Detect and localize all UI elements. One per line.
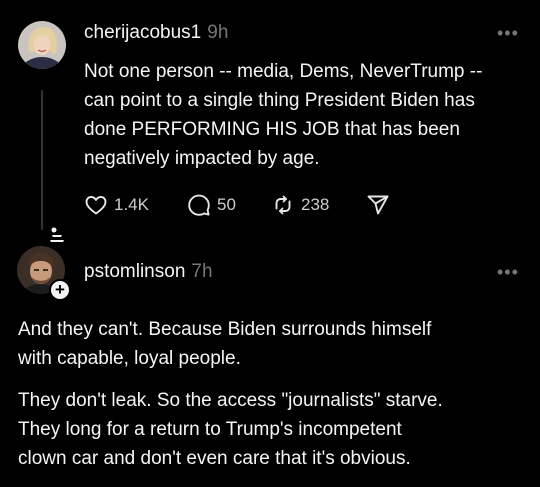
post-line: done PERFORMING HIS JOB that has been [84,119,460,140]
more-options-icon[interactable]: ••• [497,263,519,281]
username[interactable]: cherijacobus1 [84,22,201,43]
username[interactable]: pstomlinson [84,261,185,282]
avatar[interactable] [18,21,66,69]
post-line: And they can't. Because Biden surrounds … [18,319,432,340]
post-line: with capable, loyal people. [18,348,241,369]
post-line: can point to a single thing President Bi… [84,90,475,111]
party-icon [50,227,64,242]
heart-icon [85,196,107,215]
share-button[interactable] [366,191,390,219]
comment-button[interactable]: 50 [187,191,236,219]
post-cherijacobus1: cherijacobus1 9h ••• Not one person -- me… [0,0,540,240]
post-author[interactable]: cherijacobus1 9h [84,22,228,44]
post-body: Not one person -- media, Dems, NeverTrum… [84,57,524,173]
post-line: negatively impacted by age. [84,148,320,169]
repost-button[interactable]: 238 [271,191,329,219]
post-paragraph: They don't leak. So the access "journali… [18,386,528,473]
avatar-image [18,21,66,69]
post-author[interactable]: pstomlinson 7h [84,261,213,283]
thread-line [41,90,43,230]
comment-count: 50 [217,195,236,214]
post-line: Not one person -- media, Dems, NeverTrum… [84,61,483,82]
post-line: They don't leak. So the access "journali… [18,390,443,411]
post-time: 7h [191,261,213,282]
repost-count: 238 [301,195,330,214]
comment-icon [188,194,210,216]
send-icon [367,195,389,215]
post-line: They long for a return to Trump's incomp… [18,419,402,440]
repost-icon [275,195,291,215]
post-line: clown car and don't even care that it's … [18,448,411,469]
post-paragraph: And they can't. Because Biden surrounds … [18,315,528,373]
follow-button[interactable]: + [49,279,71,301]
post-pstomlinson: + pstomlinson 7h ••• And they can't. Beca… [0,227,540,487]
like-count: 1.4K [114,195,149,214]
post-time: 9h [207,22,229,43]
more-options-icon[interactable]: ••• [497,24,519,42]
like-button[interactable]: 1.4K [84,191,149,219]
